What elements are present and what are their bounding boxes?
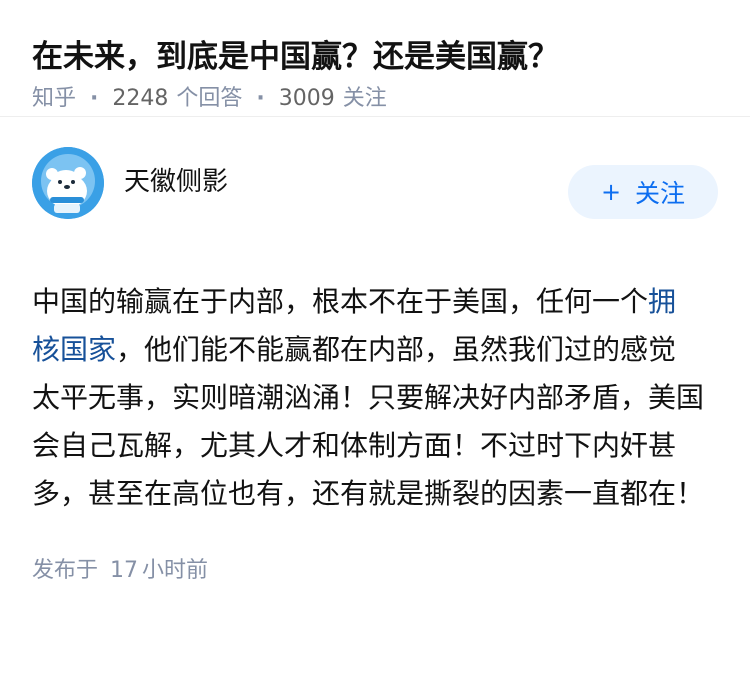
source-label[interactable]: 知乎 xyxy=(32,82,76,116)
follow-button[interactable]: + 关注 xyxy=(568,165,718,219)
author-name[interactable]: 天徽侧影 xyxy=(124,164,228,200)
answer-time: 发布于 17 小时前 xyxy=(32,556,718,586)
answers-count: 2248 xyxy=(112,86,169,111)
answers-label: 个回答 xyxy=(176,86,243,111)
plus-icon: + xyxy=(600,178,622,206)
avatar[interactable] xyxy=(32,147,104,219)
follow-label: 关注 xyxy=(342,86,387,111)
polar-bear-avatar-icon xyxy=(32,147,104,219)
answer-text-part: ，他们能不能赢都在内部，虽然我们过的感觉太平无事，实则暗潮汹涌！只要解决好内部矛… xyxy=(32,333,705,510)
question-title[interactable]: 在未来，到底是中国赢？还是美国赢？ xyxy=(32,34,718,80)
author-row: 天徽侧影 + 关注 xyxy=(32,118,718,226)
meta-separator: · xyxy=(256,86,265,111)
question-meta: 知乎 · 2248 个回答 · 3009 关注 xyxy=(32,82,718,116)
follow-button-label: 关注 xyxy=(635,179,686,208)
time-prefix: 发布于 xyxy=(32,558,99,583)
time-number: 17 xyxy=(110,558,139,583)
question-header: 在未来，到底是中国赢？还是美国赢？ 知乎 · 2248 个回答 · 3009 关… xyxy=(0,0,750,117)
answer-text-part: 中国的输赢在于内部，根本不在于美国，任何一个 xyxy=(32,285,649,318)
time-unit: 小时前 xyxy=(142,558,209,583)
follow-count: 3009 xyxy=(278,86,335,111)
answer-content: 中国的输赢在于内部，根本不在于美国，任何一个拥核国家，他们能不能赢都在内部，虽然… xyxy=(32,278,704,518)
meta-separator: · xyxy=(90,86,99,111)
answer-card: 天徽侧影 + 关注 中国的输赢在于内部，根本不在于美国，任何一个拥核国家，他们能… xyxy=(0,118,750,586)
